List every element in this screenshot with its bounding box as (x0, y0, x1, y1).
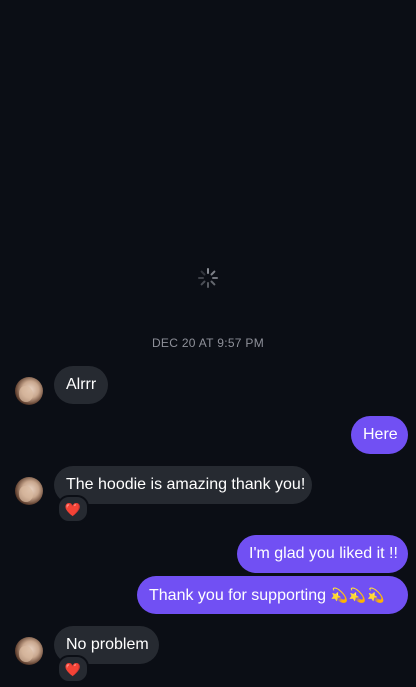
message-text: I'm glad you liked it !! (249, 545, 398, 562)
reaction-badge[interactable]: ❤️ (57, 495, 89, 523)
outgoing-message-bubble[interactable]: Here (351, 416, 408, 454)
dizzy-emoji-icon: 💫💫💫 (330, 587, 386, 603)
message-text: Here (363, 426, 398, 443)
contact-avatar[interactable] (15, 477, 43, 505)
contact-avatar[interactable] (15, 637, 43, 665)
message-text: No problem (66, 636, 149, 653)
chat-thread: DEC 20 AT 9:57 PM Alrrr Here The hoodie … (0, 0, 416, 687)
message-text: Alrrr (66, 376, 97, 393)
contact-avatar[interactable] (15, 377, 43, 405)
outgoing-message-bubble[interactable]: I'm glad you liked it !! (237, 535, 408, 573)
loading-spinner-icon (198, 268, 218, 288)
incoming-message-bubble[interactable]: Alrrr (54, 366, 108, 404)
thread-timestamp: DEC 20 AT 9:57 PM (151, 336, 265, 350)
reaction-badge[interactable]: ❤️ (57, 655, 89, 683)
outgoing-message-bubble[interactable]: Thank you for supporting 💫💫💫 (137, 576, 408, 614)
heart-reaction-icon: ❤️ (64, 501, 82, 517)
incoming-message-bubble[interactable]: The hoodie is amazing thank you! (54, 466, 312, 504)
message-text: The hoodie is amazing thank you! (66, 476, 306, 493)
message-text: Thank you for supporting (149, 587, 326, 604)
heart-reaction-icon: ❤️ (64, 661, 82, 677)
